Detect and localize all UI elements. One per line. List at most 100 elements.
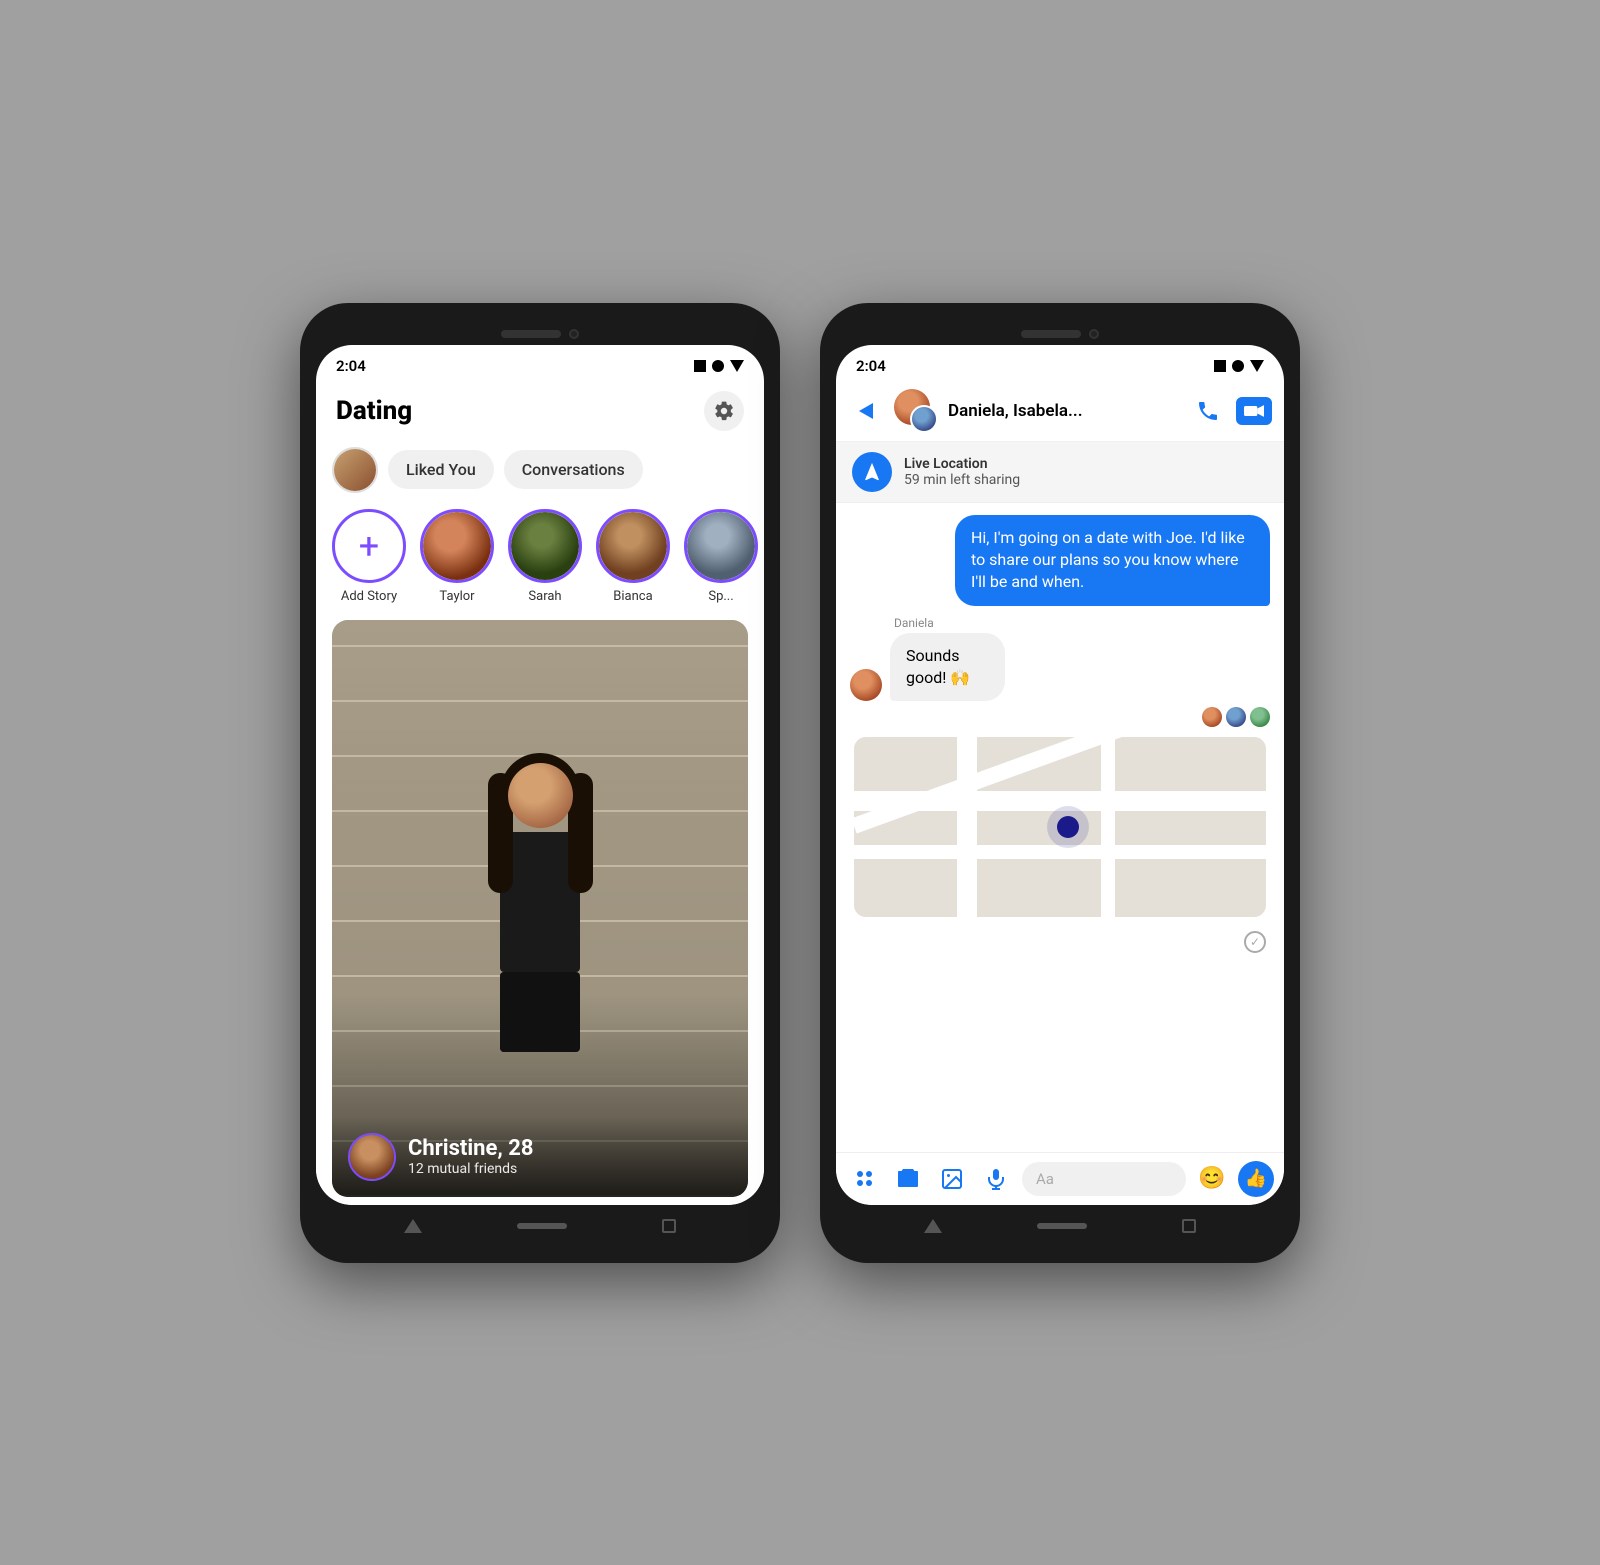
dating-title: Dating (336, 396, 412, 426)
stories-row: + Add Story Taylor Sarah (316, 505, 764, 612)
seen-avatar-2 (1226, 707, 1246, 727)
taylor-photo (423, 512, 491, 580)
profile-photo: Christine, 28 12 mutual friends (332, 620, 748, 1197)
thumbs-up-icon: 👍 (1245, 1168, 1267, 1189)
user-avatar (332, 447, 378, 493)
gallery-icon (940, 1167, 964, 1191)
phone-top-bar-left (316, 319, 764, 345)
bianca-avatar (596, 509, 670, 583)
profile-info-overlay: Christine, 28 12 mutual friends (332, 1117, 748, 1197)
profile-mutual: 12 mutual friends (408, 1161, 534, 1177)
road-h2 (854, 845, 1266, 859)
conversations-tab[interactable]: Conversations (504, 450, 643, 489)
incoming-message-col: Daniela Sounds good! 🙌 (890, 616, 1044, 702)
sp-photo (687, 512, 755, 580)
leg-left (500, 972, 536, 1052)
messenger-header: Daniela, Isabela... (836, 381, 1284, 442)
phone-icon (1196, 399, 1220, 423)
video-call-button[interactable] (1236, 393, 1272, 429)
location-text: Live Location 59 min left sharing (904, 456, 1020, 488)
story-item-add[interactable]: + Add Story (332, 509, 406, 604)
legs (500, 972, 580, 1052)
chat-input-bar: Aa 😊 👍 (836, 1152, 1284, 1205)
mic-icon (984, 1167, 1008, 1191)
bianca-label: Bianca (613, 589, 652, 604)
map-background (854, 737, 1266, 917)
status-time-right: 2:04 (856, 357, 886, 375)
call-button[interactable] (1190, 393, 1226, 429)
emoji-button[interactable]: 😊 (1194, 1161, 1230, 1197)
home-nav-right[interactable] (1037, 1223, 1087, 1229)
sarah-photo (511, 512, 579, 580)
speaker-right (1021, 330, 1081, 338)
wifi-icon (730, 360, 744, 372)
signal-icon (712, 360, 724, 372)
status-bar-left: 2:04 (316, 345, 764, 381)
recents-nav-right[interactable] (1182, 1219, 1196, 1233)
profile-card[interactable]: Christine, 28 12 mutual friends (332, 620, 748, 1197)
daniela-avatar (850, 669, 882, 701)
location-banner[interactable]: Live Location 59 min left sharing (836, 442, 1284, 503)
status-icons-left (694, 360, 744, 372)
profile-mini-avatar (348, 1133, 396, 1181)
dating-header: Dating (316, 381, 764, 443)
more-options-button[interactable] (846, 1161, 882, 1197)
map-card[interactable] (854, 737, 1266, 917)
video-camera-icon (1244, 404, 1264, 418)
gallery-button[interactable] (934, 1161, 970, 1197)
like-button[interactable]: 👍 (1238, 1161, 1274, 1197)
gear-icon (713, 400, 735, 422)
liked-you-tab[interactable]: Liked You (388, 450, 494, 489)
leg-right (540, 972, 576, 1052)
location-subtitle: 59 min left sharing (904, 472, 1020, 488)
chat-avatar-secondary (910, 405, 938, 433)
seen-avatar-1 (1202, 707, 1222, 727)
road-v2 (1101, 737, 1115, 917)
incoming-message-1: Sounds good! 🙌 (890, 633, 1005, 702)
outgoing-message-1: Hi, I'm going on a date with Joe. I'd li… (955, 515, 1270, 606)
signal-icon-right (1232, 360, 1244, 372)
messenger-screen: Daniela, Isabela... (836, 381, 1284, 1205)
profile-name: Christine, 28 (408, 1136, 534, 1161)
speaker-left (501, 330, 561, 338)
right-phone: 2:04 Daniela, Isabela... (820, 303, 1300, 1263)
sp-avatar (684, 509, 758, 583)
incoming-message-1-row: Daniela Sounds good! 🙌 (850, 616, 1270, 702)
seen-avatar-3 (1250, 707, 1270, 727)
dating-screen: Dating Liked You Conversations (316, 381, 764, 1205)
location-arrow-icon (861, 461, 883, 483)
face (508, 763, 573, 828)
message-input[interactable]: Aa (1022, 1162, 1186, 1196)
bianca-photo (599, 512, 667, 580)
back-nav-left[interactable] (404, 1219, 422, 1233)
story-item-sarah[interactable]: Sarah (508, 509, 582, 604)
home-nav-left[interactable] (517, 1223, 567, 1229)
road-v1 (957, 737, 977, 917)
sarah-avatar (508, 509, 582, 583)
status-bar-right: 2:04 (836, 345, 1284, 381)
grid-dots-icon (857, 1171, 872, 1186)
add-story-circle: + (332, 509, 406, 583)
avatar-image (334, 449, 376, 491)
mic-button[interactable] (978, 1161, 1014, 1197)
location-title: Live Location (904, 456, 1020, 472)
camera-icon (896, 1167, 920, 1191)
dot4 (866, 1180, 872, 1186)
wifi-icon-right (1250, 360, 1264, 372)
story-item-sp[interactable]: Sp... (684, 509, 758, 604)
chat-name: Daniela, Isabela... (948, 401, 1180, 421)
back-button[interactable] (848, 393, 884, 429)
settings-button[interactable] (704, 391, 744, 431)
video-icon (1236, 397, 1272, 425)
back-nav-right[interactable] (924, 1219, 942, 1233)
camera-button[interactable] (890, 1161, 926, 1197)
story-item-bianca[interactable]: Bianca (596, 509, 670, 604)
christine-avatar-img (350, 1135, 394, 1179)
chat-avatar-group (894, 389, 938, 433)
recents-nav-left[interactable] (662, 1219, 676, 1233)
location-icon-circle (852, 452, 892, 492)
sp-label: Sp... (708, 589, 733, 604)
add-story-label: Add Story (341, 589, 397, 604)
story-item-taylor[interactable]: Taylor (420, 509, 494, 604)
profile-info-text: Christine, 28 12 mutual friends (408, 1136, 534, 1177)
